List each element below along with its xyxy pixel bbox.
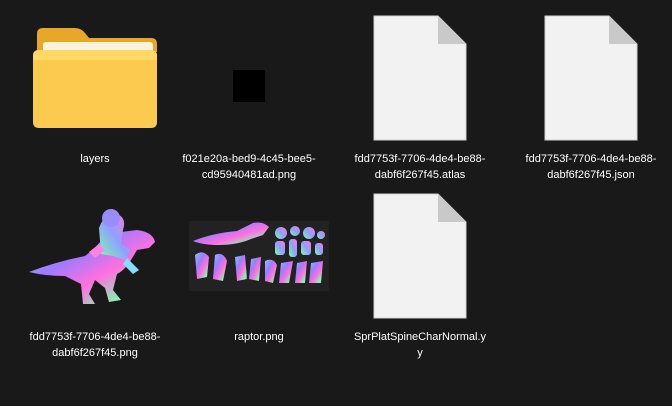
file-item-raptor-rider-png[interactable]: fdd7753f-7706-4de4-be88- dabf6f267f45.pn… xyxy=(20,186,170,366)
file-grid: layers f021e20a-bed9-4c45-bee5- cd959404… xyxy=(0,0,672,406)
blank-document-icon xyxy=(345,14,495,142)
file-name: SprPlatSpineCharNormal.y y xyxy=(353,331,487,359)
raptor-parts-normal-map-thumbnail xyxy=(184,192,334,320)
file-name: raptor.png xyxy=(234,331,284,343)
file-name: layers xyxy=(80,153,110,165)
file-item-atlas[interactable]: fdd7753f-7706-4de4-be88- dabf6f267f45.at… xyxy=(345,8,495,188)
blank-document-icon xyxy=(345,192,495,320)
folder-item-layers[interactable]: layers xyxy=(20,8,170,188)
file-item-raptor-png[interactable]: raptor.png xyxy=(184,186,334,366)
file-item-json[interactable]: fdd7753f-7706-4de4-be88- dabf6f267f45.js… xyxy=(516,8,666,188)
blank-document-icon xyxy=(516,14,666,142)
file-name: fdd7753f-7706-4de4-be88- dabf6f267f45.at… xyxy=(354,153,486,181)
folder-icon xyxy=(20,14,170,142)
file-name: fdd7753f-7706-4de4-be88- dabf6f267f45.js… xyxy=(525,153,657,181)
file-name: f021e20a-bed9-4c45-bee5- cd95940481ad.pn… xyxy=(182,153,316,181)
file-item-png[interactable]: f021e20a-bed9-4c45-bee5- cd95940481ad.pn… xyxy=(174,8,324,188)
file-item-yy[interactable]: SprPlatSpineCharNormal.y y xyxy=(345,186,495,366)
black-image-thumbnail xyxy=(174,14,324,142)
file-name: fdd7753f-7706-4de4-be88- dabf6f267f45.pn… xyxy=(29,331,161,359)
raptor-rider-normal-map-thumbnail xyxy=(20,192,170,320)
